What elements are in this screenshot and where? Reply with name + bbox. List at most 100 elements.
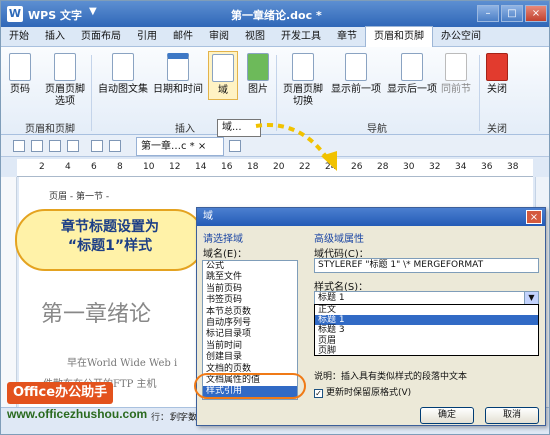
- ruler-mark: 18: [247, 162, 259, 172]
- close-label: 关闭: [487, 84, 507, 95]
- group-label-header-footer: 页眉和页脚: [25, 124, 75, 135]
- redo-icon[interactable]: [109, 140, 121, 152]
- ok-button[interactable]: 确定: [420, 407, 474, 424]
- preview-icon[interactable]: [67, 140, 79, 152]
- watermark-brand: Office办公助手: [7, 382, 114, 404]
- ruler-mark: 2: [39, 162, 45, 172]
- body-text-line-1[interactable]: 早在World Wide Web i: [67, 354, 177, 369]
- page-number-button[interactable]: 页码: [9, 53, 31, 96]
- field-list-item[interactable]: 当前时间: [203, 341, 297, 352]
- ruler-mark: 12: [169, 162, 181, 172]
- document-tab-close-icon[interactable]: ×: [198, 141, 206, 152]
- watermark-url: www.officezhushou.com: [7, 407, 148, 421]
- same-as-previous-button[interactable]: 同前节: [441, 53, 471, 96]
- preserve-format-checkbox[interactable]: ✓ 更新时保留原格式(V): [314, 385, 411, 398]
- link-icon: [445, 53, 467, 81]
- field-description: 说明：插入具有类似样式的段落中文本: [314, 372, 468, 382]
- menu-8[interactable]: 章节: [329, 27, 365, 47]
- menu-4[interactable]: 邮件: [165, 27, 201, 47]
- field-list-item[interactable]: 本节总页数: [203, 307, 297, 318]
- cancel-button[interactable]: 取消: [485, 407, 539, 424]
- maximize-icon[interactable]: □: [501, 5, 523, 22]
- style-name-value: 标题 1: [318, 293, 345, 303]
- menu-5[interactable]: 审阅: [201, 27, 237, 47]
- menu-3[interactable]: 引用: [129, 27, 165, 47]
- menu-9[interactable]: 页眉和页脚: [365, 26, 433, 47]
- callout-line-1: 章节标题设置为: [61, 219, 159, 235]
- menu-1[interactable]: 插入: [37, 27, 73, 47]
- chevron-down-icon[interactable]: ▼: [524, 292, 538, 304]
- style-option[interactable]: 标题 1: [315, 315, 538, 326]
- show-next-label: 显示后一项: [387, 84, 437, 95]
- calendar-icon: [167, 53, 189, 81]
- ruler-mark: 34: [455, 162, 467, 172]
- quick-toolbar: 第一章…c * ×: [1, 135, 549, 157]
- date-time-label: 日期和时间: [153, 84, 203, 95]
- field-list-item[interactable]: 书签页码: [203, 295, 297, 306]
- field-list-item[interactable]: 当前页码: [203, 284, 297, 295]
- style-option[interactable]: 正文: [315, 305, 538, 315]
- checkbox-icon[interactable]: ✓: [314, 389, 323, 398]
- show-previous-button[interactable]: 显示前一项: [331, 53, 381, 96]
- autotext-button[interactable]: 自动图文集: [98, 53, 148, 96]
- menu-bar: 开始 插入 页面布局 引用 邮件 审阅 视图 开发工具 章节 页眉和页脚 办公空间: [1, 26, 549, 47]
- field-label: 域: [218, 85, 228, 96]
- print-icon[interactable]: [49, 140, 61, 152]
- close-icon: [486, 53, 508, 81]
- preserve-format-label: 更新时保留原格式(V): [326, 388, 412, 398]
- new-tab-icon[interactable]: [229, 140, 241, 152]
- group-label-close: 关闭: [487, 124, 507, 135]
- header-footer-options-label: 页眉页脚 选项: [45, 84, 85, 107]
- picture-icon: [247, 53, 269, 81]
- field-tooltip: 域...: [217, 119, 261, 137]
- page-number-icon: [9, 53, 31, 81]
- date-time-button[interactable]: 日期和时间: [153, 53, 203, 96]
- field-list-item[interactable]: 创建目录: [203, 352, 297, 363]
- wps-window: W WPS 文字 ▼ 第一章绪论.doc * – □ × 开始 插入 页面布局 引用邮…: [0, 0, 550, 435]
- previous-icon: [345, 53, 367, 81]
- ruler-mark: 6: [91, 162, 97, 172]
- field-list-item[interactable]: 跳至文件: [203, 272, 297, 283]
- style-name-select[interactable]: 标题 1 ▼: [314, 291, 539, 305]
- header-footer-switch-button[interactable]: 页眉页脚 切换: [283, 53, 323, 108]
- ruler-mark: 22: [299, 162, 311, 172]
- field-list-item[interactable]: 公式: [203, 261, 297, 272]
- field-button[interactable]: 域: [208, 51, 238, 100]
- field-list-item[interactable]: 自动序列号: [203, 318, 297, 329]
- close-window-icon[interactable]: ×: [525, 5, 547, 22]
- vertical-ruler[interactable]: [1, 177, 17, 407]
- status-word-count: 字数: [179, 413, 198, 423]
- menu-0[interactable]: 开始: [1, 27, 37, 47]
- header-footer-options-button[interactable]: 页眉页脚 选项: [45, 53, 85, 108]
- style-dropdown-list[interactable]: 正文 标题 1 标题 3 页眉 页脚: [314, 304, 539, 356]
- wps-logo-icon: W: [7, 6, 23, 22]
- document-tab-label: 第一章…c *: [141, 141, 195, 152]
- undo-icon[interactable]: [91, 140, 103, 152]
- minimize-icon[interactable]: –: [477, 5, 499, 22]
- menu-10[interactable]: 办公空间: [433, 27, 489, 47]
- menu-6[interactable]: 视图: [237, 27, 273, 47]
- switch-icon: [292, 53, 314, 81]
- chapter-heading[interactable]: 第一章绪论: [41, 296, 151, 328]
- style-option[interactable]: 标题 3: [315, 325, 538, 335]
- menu-7[interactable]: 开发工具: [273, 27, 329, 47]
- close-header-footer-button[interactable]: 关闭: [486, 53, 508, 96]
- field-list-item[interactable]: 标记目录项: [203, 329, 297, 340]
- app-menu-dropdown-icon[interactable]: ▼: [89, 6, 97, 17]
- dialog-close-icon[interactable]: ×: [526, 210, 542, 224]
- save-icon[interactable]: [31, 140, 43, 152]
- style-option[interactable]: 页脚: [315, 346, 538, 356]
- group-label-insert: 插入: [175, 124, 195, 135]
- header-footer-options-icon: [54, 53, 76, 81]
- horizontal-ruler[interactable]: 2 4 6 8 10 12 14 16 18 20 22 24 26 28 30 32 34 36 38: [17, 159, 533, 177]
- field-code-input[interactable]: STYLEREF "标题 1" \* MERGEFORMAT: [314, 258, 539, 273]
- style-option[interactable]: 页眉: [315, 336, 538, 346]
- show-next-button[interactable]: 显示后一项: [387, 53, 437, 96]
- open-icon[interactable]: [13, 140, 25, 152]
- ruler-mark: 14: [195, 162, 207, 172]
- highlight-ring: [194, 373, 306, 399]
- picture-button[interactable]: 图片: [247, 53, 269, 96]
- ruler-mark: 10: [143, 162, 155, 172]
- menu-2[interactable]: 页面布局: [73, 27, 129, 47]
- document-tab[interactable]: 第一章…c * ×: [136, 137, 224, 156]
